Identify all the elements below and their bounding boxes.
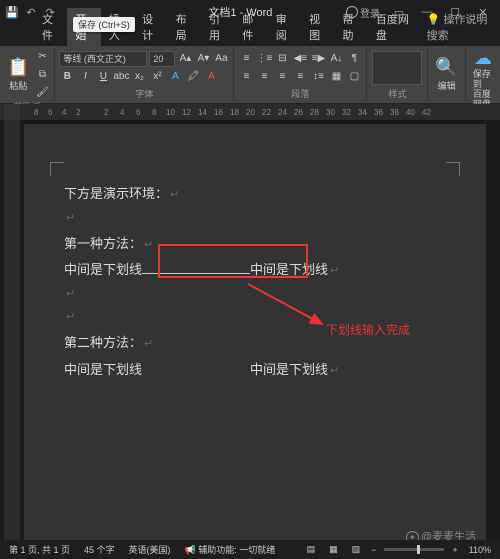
cloud-save-icon: ☁ (474, 48, 492, 69)
underline-icon[interactable]: U (95, 69, 111, 85)
tell-me-label: 操作说明搜索 (427, 14, 488, 42)
bold-icon[interactable]: B (59, 69, 75, 85)
doc-line-2: 第一种方法：↵ (64, 232, 446, 256)
tab-review[interactable]: 审阅 (268, 8, 301, 46)
document-area: 下方是演示环境：↵ ↵ 第一种方法：↵ 中间是下划线中间是下划线↵ ↵ ↵ 第二… (0, 120, 500, 540)
zoom-in-icon[interactable]: + (452, 545, 457, 555)
save-tooltip: 保存 (Ctrl+S) (73, 17, 135, 32)
paste-icon: 📋 (7, 57, 29, 78)
increase-indent-icon[interactable]: ≡▶ (310, 51, 326, 67)
save-baidu-button[interactable]: ☁保存到 百度网盘 (470, 48, 496, 110)
margin-corner-tl (50, 162, 64, 176)
view-read-icon[interactable]: ▤ (304, 544, 319, 555)
tab-mailings[interactable]: 邮件 (234, 8, 267, 46)
paste-label: 粘贴 (9, 79, 27, 92)
tab-baidu[interactable]: 百度网盘 (368, 8, 419, 46)
style-gallery[interactable] (372, 51, 422, 85)
change-case-icon[interactable]: Aa (213, 51, 229, 67)
status-page[interactable]: 第 1 页, 共 1 页 (6, 543, 73, 556)
copy-icon[interactable]: ⧉ (34, 66, 50, 82)
text-effects-icon[interactable]: A (167, 69, 183, 85)
format-painter-icon[interactable]: 🖌 (34, 84, 50, 100)
doc-line-3: 中间是下划线中间是下划线↵ (64, 258, 446, 282)
annotation-text: 下划线输入完成 (326, 320, 410, 342)
doc-line-1: 下方是演示环境：↵ (64, 182, 446, 206)
cut-icon[interactable]: ✂ (34, 48, 50, 64)
doc-blank-1: ↵ (64, 209, 446, 229)
vertical-ruler[interactable] (4, 120, 20, 540)
doc-blank-2: ↵ (64, 285, 446, 305)
group-clipboard: 📋粘贴 ✂ ⧉ 🖌 剪贴板 (0, 48, 55, 101)
find-icon: 🔍 (435, 57, 457, 78)
multilevel-icon[interactable]: ⊟ (274, 51, 290, 67)
numbering-icon[interactable]: ⋮≡ (256, 51, 272, 67)
borders-icon[interactable]: ▢ (346, 69, 362, 85)
paste-button[interactable]: 📋粘贴 (4, 57, 32, 92)
editing-group-label (432, 100, 460, 101)
font-name-combo[interactable]: 等线 (西文正文) (59, 51, 147, 67)
superscript-icon[interactable]: x² (149, 69, 165, 85)
align-right-icon[interactable]: ≡ (274, 69, 290, 85)
tab-layout[interactable]: 布局 (168, 8, 201, 46)
document-page[interactable]: 下方是演示环境：↵ ↵ 第一种方法：↵ 中间是下划线中间是下划线↵ ↵ ↵ 第二… (24, 124, 486, 540)
font-size-combo[interactable]: 20 (149, 51, 175, 67)
tab-references[interactable]: 引用 (201, 8, 234, 46)
highlight-icon[interactable]: 🖍 (185, 69, 201, 85)
strikethrough-icon[interactable]: abc (113, 69, 129, 85)
tab-help[interactable]: 帮助 (335, 8, 368, 46)
align-left-icon[interactable]: ≡ (238, 69, 254, 85)
tell-me-search[interactable]: 💡 操作说明搜索 (419, 8, 500, 46)
paragraph-label: 段落 (238, 87, 362, 101)
watermark-icon: ✦ (406, 531, 419, 540)
ribbon: 📋粘贴 ✂ ⧉ 🖌 剪贴板 等线 (西文正文) 20 A▴ A▾ Aa B (0, 46, 500, 104)
view-web-icon[interactable]: ▨ (349, 544, 364, 555)
italic-icon[interactable]: I (77, 69, 93, 85)
underline-segment (142, 260, 250, 274)
font-color-icon[interactable]: A (203, 69, 219, 85)
tab-design[interactable]: 设计 (134, 8, 167, 46)
group-font: 等线 (西文正文) 20 A▴ A▾ Aa B I U abc x₂ x² A … (55, 48, 234, 101)
paragraph-mark-icon: ↵ (170, 186, 179, 206)
shrink-font-icon[interactable]: A▾ (195, 51, 211, 67)
show-marks-icon[interactable]: ¶ (346, 51, 362, 67)
align-center-icon[interactable]: ≡ (256, 69, 272, 85)
group-editing: 🔍编辑 (428, 48, 465, 101)
status-accessibility[interactable]: 📢 辅助功能: 一切就绪 (182, 543, 279, 556)
status-words[interactable]: 45 个字 (81, 543, 118, 556)
styles-label: 样式 (371, 87, 423, 101)
editing-button[interactable]: 🔍编辑 (432, 57, 460, 92)
save-icon[interactable]: 💾 (4, 4, 20, 20)
margin-corner-tr (446, 162, 460, 176)
tab-view[interactable]: 视图 (301, 8, 334, 46)
font-label: 字体 (59, 87, 229, 101)
grow-font-icon[interactable]: A▴ (177, 51, 193, 67)
tab-file[interactable]: 文件 (34, 8, 67, 46)
zoom-level[interactable]: 110% (466, 545, 494, 555)
editing-label: 编辑 (438, 79, 456, 92)
line-spacing-icon[interactable]: ↕≡ (310, 69, 326, 85)
ruler-corner (4, 104, 20, 120)
zoom-out-icon[interactable]: − (371, 545, 376, 555)
group-styles: 样式 (367, 48, 428, 101)
view-print-icon[interactable]: ▦ (326, 544, 341, 555)
status-bar: 第 1 页, 共 1 页 45 个字 英语(美国) 📢 辅助功能: 一切就绪 ▤… (0, 540, 500, 559)
shading-icon[interactable]: ▦ (328, 69, 344, 85)
watermark: ✦@麦麦生活 (406, 528, 476, 540)
bullets-icon[interactable]: ≡ (238, 51, 254, 67)
zoom-slider[interactable] (384, 548, 444, 551)
horizontal-ruler[interactable]: 8642 2468 10121416 18202224 26283032 343… (0, 104, 500, 120)
group-paragraph: ≡ ⋮≡ ⊟ ◀≡ ≡▶ A↓ ¶ ≡ ≡ ≡ ≡ ↕≡ ▦ ▢ (234, 48, 367, 101)
sort-icon[interactable]: A↓ (328, 51, 344, 67)
doc-line-5: 中间是下划线中间是下划线↵ (64, 358, 446, 382)
status-lang[interactable]: 英语(美国) (126, 543, 174, 556)
decrease-indent-icon[interactable]: ◀≡ (292, 51, 308, 67)
justify-icon[interactable]: ≡ (292, 69, 308, 85)
subscript-icon[interactable]: x₂ (131, 69, 147, 85)
group-save: ☁保存到 百度网盘 保存 (466, 48, 500, 101)
